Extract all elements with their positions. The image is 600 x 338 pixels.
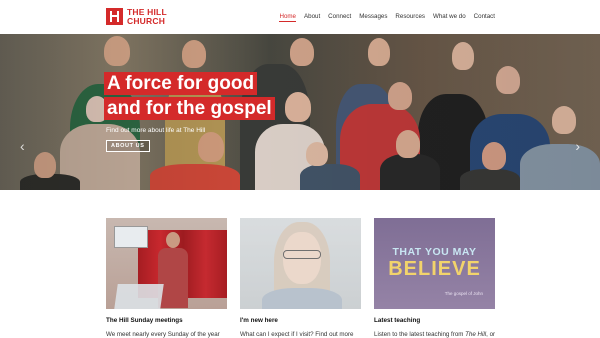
card-text-prefix: Listen to the latest teaching from <box>374 331 466 338</box>
logo-text: THE HILL CHURCH <box>127 8 167 25</box>
card-new-here[interactable]: I'm new here What can I expect if I visi… <box>240 218 361 338</box>
card-latest-teaching[interactable]: THAT YOU MAY BELIEVE The gospel of John … <box>374 218 495 338</box>
main-nav: Home About Connect Messages Resources Wh… <box>279 13 495 22</box>
teaching-image-line-2: BELIEVE <box>388 258 481 280</box>
nav-about[interactable]: About <box>304 13 320 22</box>
site-logo[interactable]: THE HILL CHURCH <box>106 8 167 25</box>
hero-slider: A force for good and for the gospel Find… <box>0 34 600 190</box>
card-text: We meet nearly every Sunday of the year <box>106 331 220 338</box>
nav-messages[interactable]: Messages <box>359 13 387 22</box>
site-header: THE HILL CHURCH Home About Connect Messa… <box>0 0 600 34</box>
slider-next-icon[interactable]: › <box>575 138 580 154</box>
card-title[interactable]: The Hill Sunday meetings <box>106 317 227 324</box>
nav-contact[interactable]: Contact <box>474 13 495 22</box>
new-here-photo[interactable] <box>240 218 361 309</box>
logo-h-icon <box>106 8 123 25</box>
card-title[interactable]: I'm new here <box>240 317 361 324</box>
nav-what-we-do[interactable]: What we do <box>433 13 466 22</box>
teaching-image-caption: The gospel of John <box>444 291 483 296</box>
nav-home[interactable]: Home <box>279 13 296 22</box>
nav-resources[interactable]: Resources <box>395 13 425 22</box>
about-us-button[interactable]: ABOUT US <box>106 140 150 152</box>
hero-title-line-1: A force for good <box>104 72 258 95</box>
hero-title-line-2: and for the gospel <box>104 97 275 120</box>
card-text-suffix: , or <box>486 331 496 338</box>
card-text-emphasis: The Hill <box>465 331 487 338</box>
feature-cards: The Hill Sunday meetings We meet nearly … <box>106 218 495 338</box>
sunday-meeting-photo[interactable] <box>106 218 227 309</box>
logo-line-2: CHURCH <box>127 15 166 26</box>
card-title[interactable]: Latest teaching <box>374 317 495 324</box>
card-sunday-meetings[interactable]: The Hill Sunday meetings We meet nearly … <box>106 218 227 338</box>
teaching-image-line-1: THAT YOU MAY <box>392 246 477 258</box>
hero-subtitle: Find out more about life at The Hill <box>106 127 206 134</box>
card-text: What can I expect if I visit? Find out m… <box>240 331 354 338</box>
slider-prev-icon[interactable]: ‹ <box>20 138 25 154</box>
card-text: Listen to the latest teaching from The H… <box>374 331 495 338</box>
hero-title: A force for good and for the gospel <box>104 72 275 122</box>
nav-connect[interactable]: Connect <box>328 13 351 22</box>
latest-teaching-image[interactable]: THAT YOU MAY BELIEVE The gospel of John <box>374 218 495 309</box>
